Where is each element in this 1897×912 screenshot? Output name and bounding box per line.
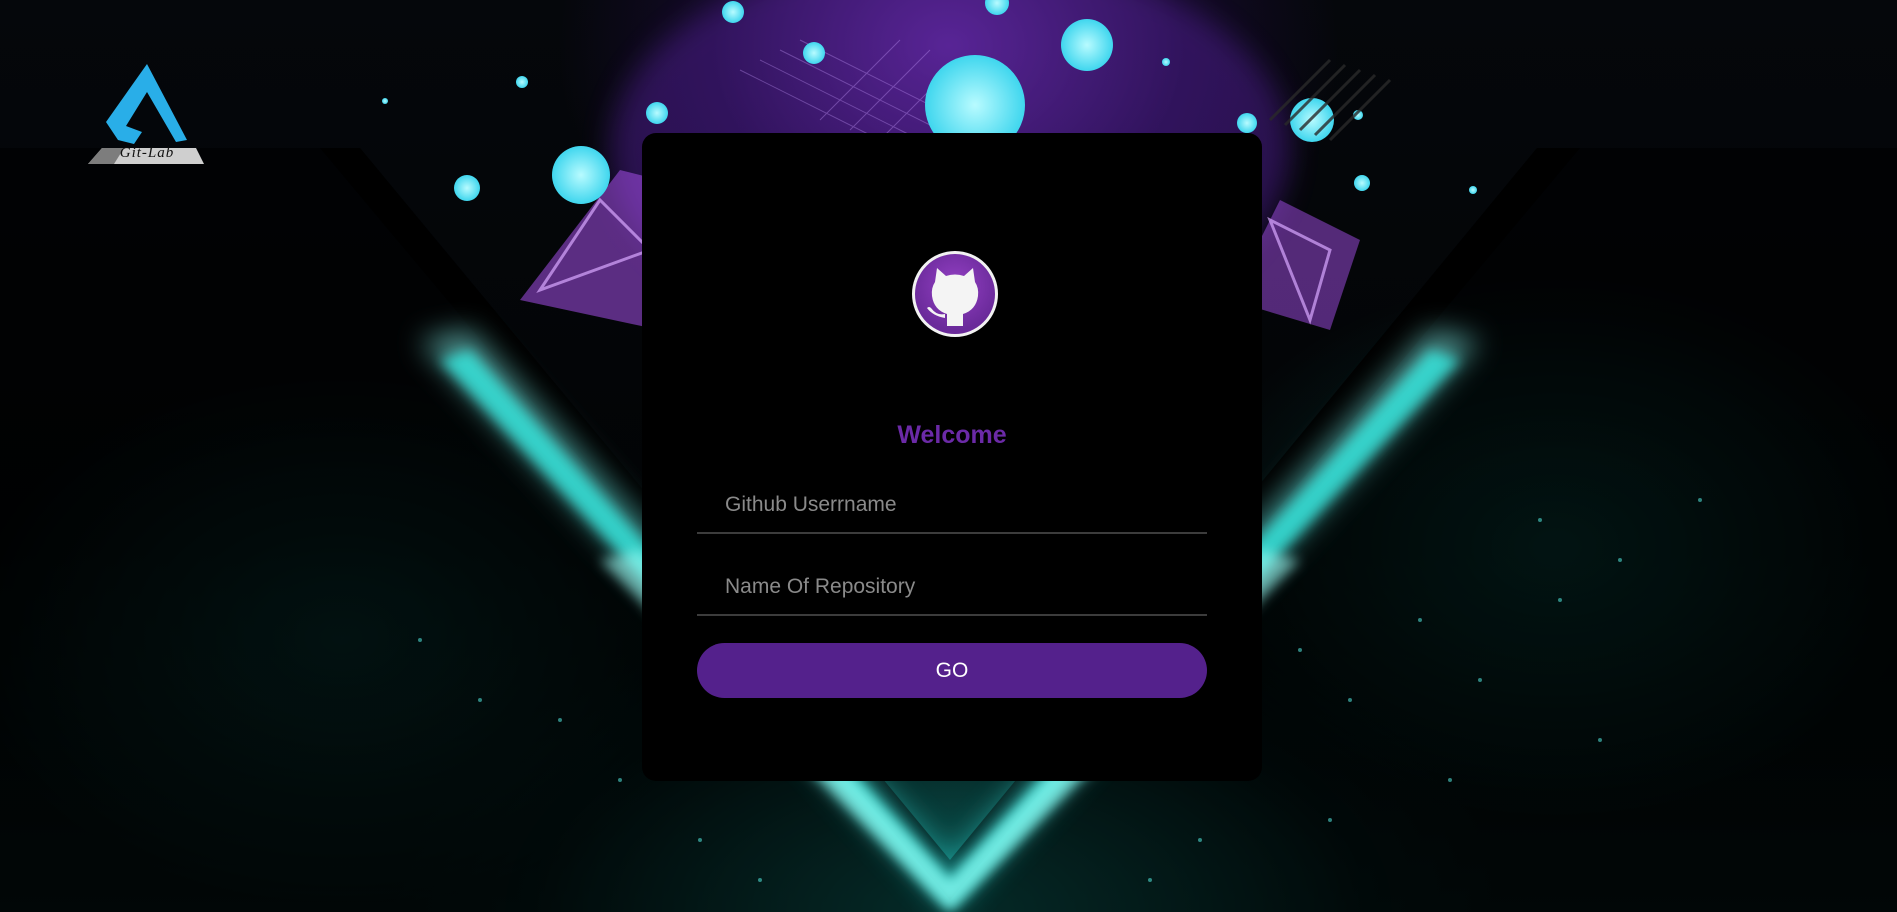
logo-text: Git-Lab [119,145,175,161]
github-username-input[interactable] [697,478,1207,532]
username-field [697,478,1207,534]
repository-name-input[interactable] [697,560,1207,614]
welcome-title: Welcome [897,421,1007,449]
repository-field [697,560,1207,616]
github-octocat-icon [912,251,998,337]
go-button[interactable]: GO [697,643,1207,698]
page-background: Git-Lab Welcome GO [0,0,1897,912]
login-card: Welcome GO [642,133,1262,781]
